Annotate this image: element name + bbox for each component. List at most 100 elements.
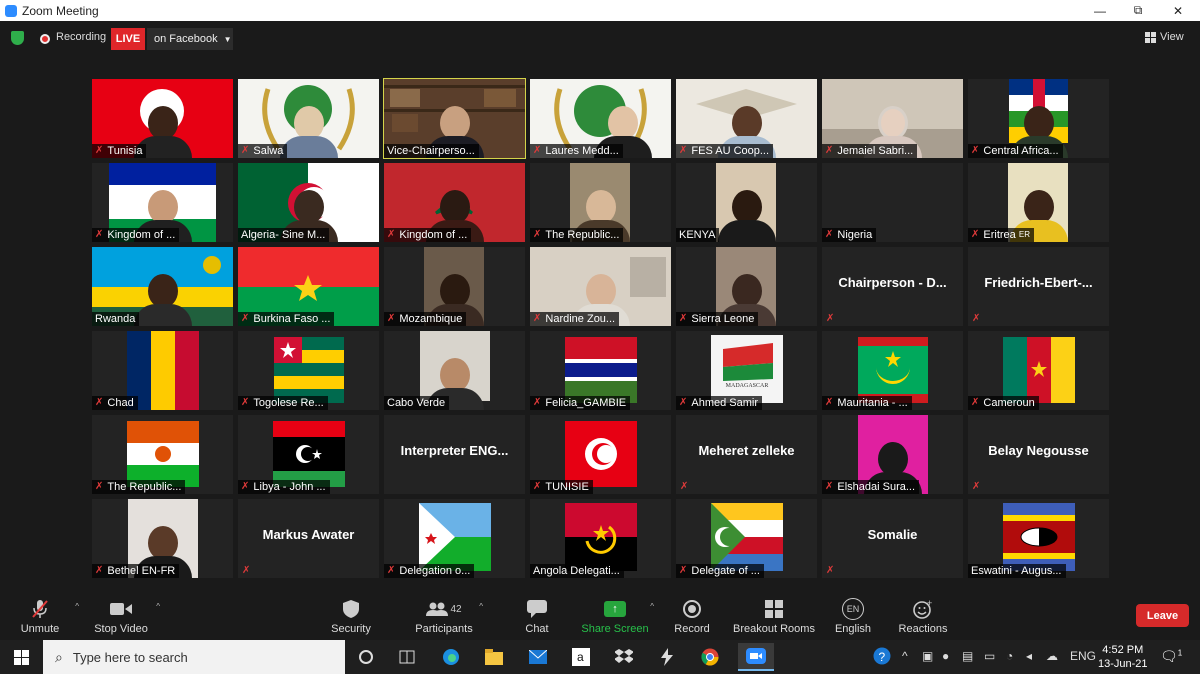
close-button[interactable]: ✕ — [1160, 0, 1196, 21]
mail-icon[interactable] — [527, 647, 549, 667]
leave-meeting-button[interactable]: Leave — [1136, 604, 1189, 627]
participant-tile[interactable]: ✗ Central Africa... — [968, 79, 1109, 158]
help-icon[interactable]: ? — [873, 647, 891, 668]
stream-target-label: on Facebook — [154, 33, 218, 45]
task-view-icon[interactable] — [396, 647, 418, 667]
participant-tile[interactable]: Angola Delegati... — [530, 499, 671, 578]
taskbar-search-input[interactable]: ⌕ Type here to search — [43, 640, 345, 674]
participant-tile[interactable]: KENYA — [676, 163, 817, 242]
wifi-icon[interactable]: ◔ — [1006, 649, 1013, 663]
notification-center-icon[interactable]: 🗨1 — [1160, 648, 1182, 665]
zoom-taskbar-icon[interactable] — [738, 643, 774, 671]
cloud-icon[interactable]: ☁ — [1046, 649, 1058, 663]
participants-button[interactable]: 42 Participants ^ — [409, 598, 483, 635]
cortana-icon[interactable] — [355, 647, 377, 667]
mic-muted-icon: ✗ — [971, 145, 980, 156]
participant-tile-name-only[interactable]: Chairperson - D... ✗ — [822, 247, 963, 326]
participant-tile[interactable]: ✗ Felicia_GAMBIE — [530, 331, 671, 410]
participant-tile[interactable]: ✗ Togolese Re... — [238, 331, 379, 410]
display-tray-icon[interactable]: ▤ — [962, 649, 973, 663]
participant-tile[interactable]: ✗ Salwa — [238, 79, 379, 158]
mic-muted-icon: ✗ — [971, 229, 980, 240]
windows-start-icon[interactable] — [14, 650, 29, 665]
participant-tile[interactable]: ✗ Cameroun — [968, 331, 1109, 410]
file-explorer-icon[interactable] — [483, 647, 505, 667]
language-label: English — [834, 623, 872, 635]
participant-tile-name-only[interactable]: Meheret zelleke ✗ — [676, 415, 817, 494]
dropbox-icon[interactable] — [613, 647, 635, 667]
share-screen-button[interactable]: ↑ Share Screen ^ — [580, 598, 654, 635]
participant-tile[interactable]: Cabo Verde — [384, 331, 525, 410]
security-button[interactable]: Security — [316, 598, 386, 635]
participant-name-tag: ✗ Bethel EN-FR — [92, 564, 180, 578]
system-clock[interactable]: 4:52 PM 13-Jun-21 — [1098, 643, 1148, 671]
live-stream-target-dropdown[interactable]: on Facebook ▼ — [147, 28, 233, 50]
unmute-button[interactable]: Unmute ^ — [5, 598, 79, 635]
participant-tile[interactable]: ✗ Delegation o... — [384, 499, 525, 578]
participant-tile[interactable]: ✗ Nigeria — [822, 163, 963, 242]
device-icon[interactable]: ▣ — [922, 649, 933, 663]
participant-tile[interactable]: ✗ FES AU Coop... — [676, 79, 817, 158]
participant-tile-name-only[interactable]: Belay Negousse ✗ — [968, 415, 1109, 494]
svg-text:?: ? — [879, 650, 886, 664]
participant-tile-name-only[interactable]: Markus Awater ✗ — [238, 499, 379, 578]
participant-name-tag: Eswatini - Augus... — [968, 564, 1066, 578]
participant-tile[interactable]: ✗ The Republic... — [530, 163, 671, 242]
chevron-up-icon[interactable]: ^ — [75, 602, 79, 611]
chat-button[interactable]: Chat — [502, 598, 572, 635]
participant-tile[interactable]: ✗ Laures Medd... — [530, 79, 671, 158]
participant-tile[interactable]: ✗ Bethel EN-FR — [92, 499, 233, 578]
participant-tile[interactable]: ✗ Mauritania - ... — [822, 331, 963, 410]
view-button[interactable]: View — [1145, 31, 1184, 43]
participant-tile[interactable]: ✗ Sierra Leone — [676, 247, 817, 326]
tray-chevron-up-icon[interactable]: ^ — [902, 649, 908, 663]
mic-muted-icon: ✗ — [95, 565, 104, 576]
participant-tile[interactable]: ✗ Eritrea ER — [968, 163, 1109, 242]
participant-tile-name-only[interactable]: Friedrich-Ebert-... ✗ — [968, 247, 1109, 326]
participant-tile[interactable]: ✗ Delegate of ... — [676, 499, 817, 578]
participant-tile[interactable]: ✗ TUNISIE — [530, 415, 671, 494]
edge-browser-icon[interactable] — [440, 647, 462, 667]
stop-video-button[interactable]: Stop Video ^ — [86, 598, 160, 635]
participant-tile[interactable]: ✗ Libya - John ... — [238, 415, 379, 494]
participant-tile-active-speaker[interactable]: Vice-Chairperso... — [383, 78, 526, 159]
participant-name-tag: ✗ Sierra Leone — [676, 312, 759, 326]
participant-tile[interactable]: ✗ Tunisia — [92, 79, 233, 158]
record-button[interactable]: Record — [657, 598, 727, 635]
battery-icon[interactable]: ▭ — [984, 649, 995, 663]
reactions-button[interactable]: + Reactions — [888, 598, 958, 635]
participant-tile[interactable]: ✗ Burkina Faso ... — [238, 247, 379, 326]
maximize-button[interactable]: ⧉ — [1120, 0, 1156, 21]
mic-muted-icon: ✗ — [825, 145, 834, 156]
recording-label[interactable]: Recording — [56, 31, 106, 43]
microphone-tray-icon[interactable]: ● — [942, 649, 949, 663]
participant-name-tag: ✗ Salwa — [238, 144, 288, 158]
participant-tile[interactable]: Rwanda — [92, 247, 233, 326]
participant-tile[interactable]: ✗ Ahmed Samir MADAGASCAR — [676, 331, 817, 410]
chevron-up-icon[interactable]: ^ — [650, 602, 654, 611]
encryption-shield-icon[interactable] — [11, 31, 24, 45]
lightning-app-icon[interactable] — [656, 647, 678, 667]
minimize-button[interactable]: — — [1082, 0, 1118, 21]
participant-tile[interactable]: ✗ Nardine Zou... — [530, 247, 671, 326]
chevron-up-icon[interactable]: ^ — [156, 602, 160, 611]
participant-tile[interactable]: ✗ Elshadai Sura... — [822, 415, 963, 494]
participant-tile[interactable]: ✗ Mozambique — [384, 247, 525, 326]
participant-tile[interactable]: ✗ Jemaiel Sabri... — [822, 79, 963, 158]
participant-tile[interactable]: ✗ Chad — [92, 331, 233, 410]
participant-tile[interactable]: Eswatini - Augus... — [968, 499, 1109, 578]
chrome-browser-icon[interactable] — [699, 647, 721, 667]
input-language-indicator[interactable]: ENG — [1070, 649, 1096, 663]
language-interpretation-button[interactable]: EN English — [818, 598, 888, 635]
participant-tile[interactable]: ✗ Kingdom of ... — [92, 163, 233, 242]
amazon-icon[interactable]: a — [570, 647, 592, 667]
chevron-up-icon[interactable]: ^ — [479, 602, 483, 611]
participant-tile[interactable]: Algeria- Sine M... — [238, 163, 379, 242]
mic-muted-icon: ✗ — [533, 229, 542, 240]
breakout-rooms-button[interactable]: Breakout Rooms — [732, 598, 816, 635]
participant-tile[interactable]: ✗ Kingdom of ... — [384, 163, 525, 242]
speaker-volume-icon[interactable]: ◂ — [1026, 649, 1032, 663]
participant-tile-name-only[interactable]: Somalie ✗ — [822, 499, 963, 578]
participant-tile-name-only[interactable]: Interpreter ENG... — [384, 415, 525, 494]
participant-tile[interactable]: ✗ The Republic... — [92, 415, 233, 494]
